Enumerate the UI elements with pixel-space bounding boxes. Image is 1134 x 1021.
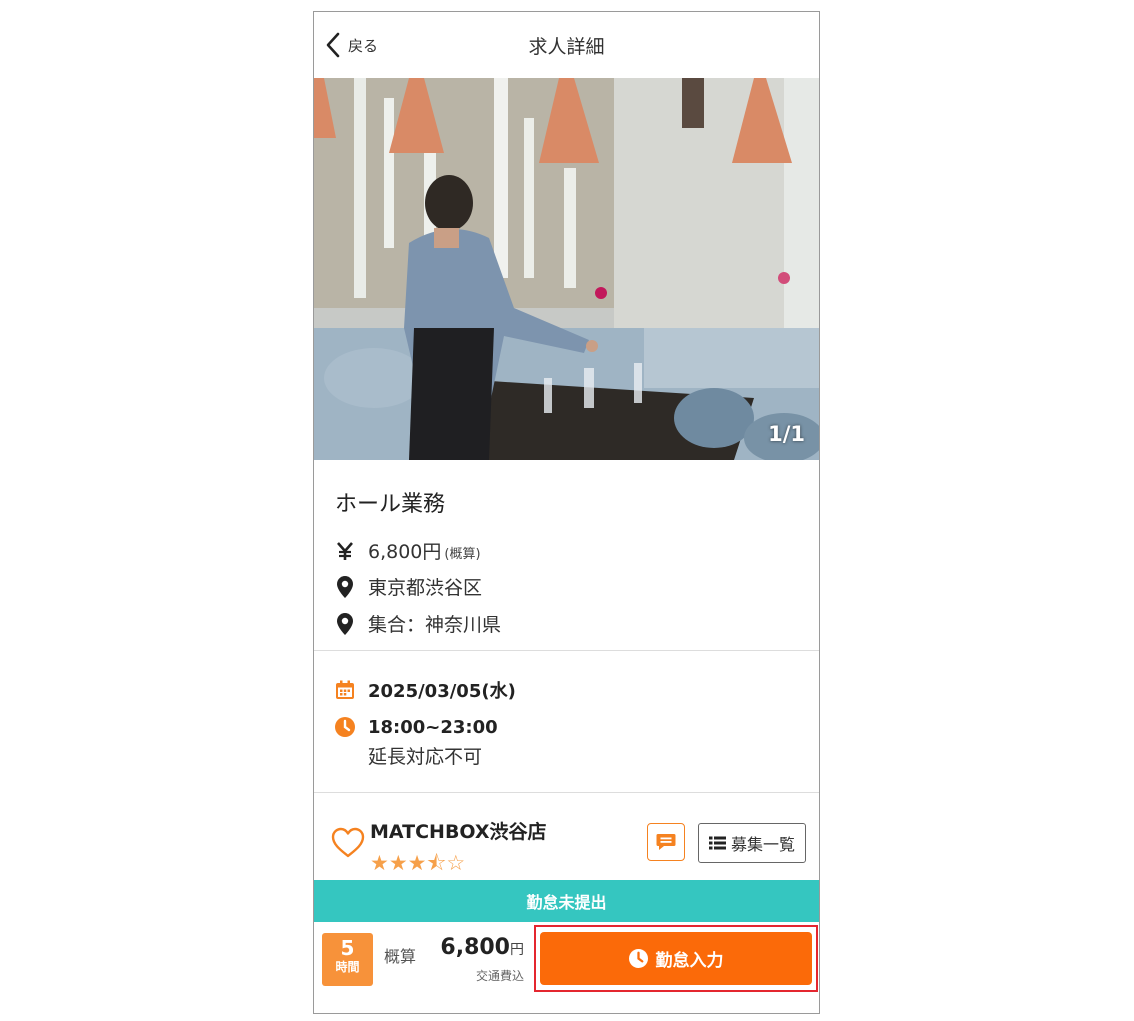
meeting-point-value: 集合：神奈川県 — [368, 614, 502, 636]
wage-row: 6,800円 (概算) — [334, 537, 481, 564]
yen-icon — [334, 540, 356, 562]
rating-stars: ★★★⯪☆ — [370, 851, 466, 875]
status-label: 勤怠未提出 — [526, 893, 607, 912]
page-title: 求人詳細 — [528, 36, 605, 58]
map-pin-icon — [334, 612, 356, 635]
list-icon — [708, 836, 726, 850]
phone-screen: 戻る 求人詳細 1/1 ホール業務 6,800円 (概算) 東京都渋谷区 集合：… — [313, 11, 820, 1014]
estimate-currency: 円 — [510, 942, 524, 958]
job-info-section: ホール業務 6,800円 (概算) 東京都渋谷区 集合：神奈川県 — [314, 460, 819, 651]
recruitment-list-button[interactable]: 募集一覧 — [698, 823, 806, 863]
location-value: 東京都渋谷区 — [368, 577, 483, 599]
submit-label: 勤怠入力 — [655, 951, 724, 971]
favorite-heart-icon[interactable] — [331, 827, 365, 859]
hours-value: 5 — [340, 936, 355, 960]
extension-note: 延長対応不可 — [368, 746, 483, 768]
list-button-label: 募集一覧 — [730, 835, 795, 854]
schedule-section: 2025/03/05(水) 18:00~23:00 延長対応不可 — [314, 651, 819, 793]
estimate-note: 交通費込 — [475, 969, 524, 983]
map-pin-icon — [334, 575, 356, 598]
hours-unit: 時間 — [335, 960, 360, 974]
clock-icon — [334, 716, 356, 738]
bottom-action-bar: 5 時間 概算 6,800円 交通費込 勤怠入力 — [314, 922, 819, 1013]
restaurant-photo-illustration — [314, 78, 819, 460]
photo-counter: 1/1 — [768, 422, 805, 446]
store-name: MATCHBOX渋谷店 — [370, 821, 547, 843]
time-row: 18:00~23:00 — [334, 716, 498, 738]
attendance-status-banner: 勤怠未提出 — [314, 880, 819, 922]
chat-button[interactable] — [647, 823, 685, 861]
schedule-time: 18:00~23:00 — [368, 716, 498, 738]
top-nav-bar: 戻る 求人詳細 — [314, 12, 819, 78]
wage-note: (概算) — [444, 546, 481, 562]
store-section: MATCHBOX渋谷店 ★★★⯪☆ 募集一覧 — [314, 793, 819, 883]
date-row: 2025/03/05(水) — [334, 677, 516, 703]
job-title: ホール業務 — [335, 492, 446, 517]
location-row: 東京都渋谷区 — [334, 573, 482, 600]
hours-badge: 5 時間 — [322, 933, 373, 986]
meeting-point-row: 集合：神奈川県 — [334, 610, 501, 637]
wage-value: 6,800円 — [368, 541, 442, 563]
attendance-input-button[interactable]: 勤怠入力 — [540, 932, 812, 985]
estimate-amount: 6,800円 — [440, 935, 524, 960]
clock-icon — [628, 949, 648, 968]
job-photo[interactable]: 1/1 — [314, 78, 819, 460]
estimate-amount-value: 6,800 — [440, 935, 510, 960]
message-icon — [656, 834, 676, 850]
schedule-date: 2025/03/05(水) — [368, 681, 516, 702]
calendar-icon — [334, 679, 356, 701]
estimate-label: 概算 — [384, 947, 417, 966]
